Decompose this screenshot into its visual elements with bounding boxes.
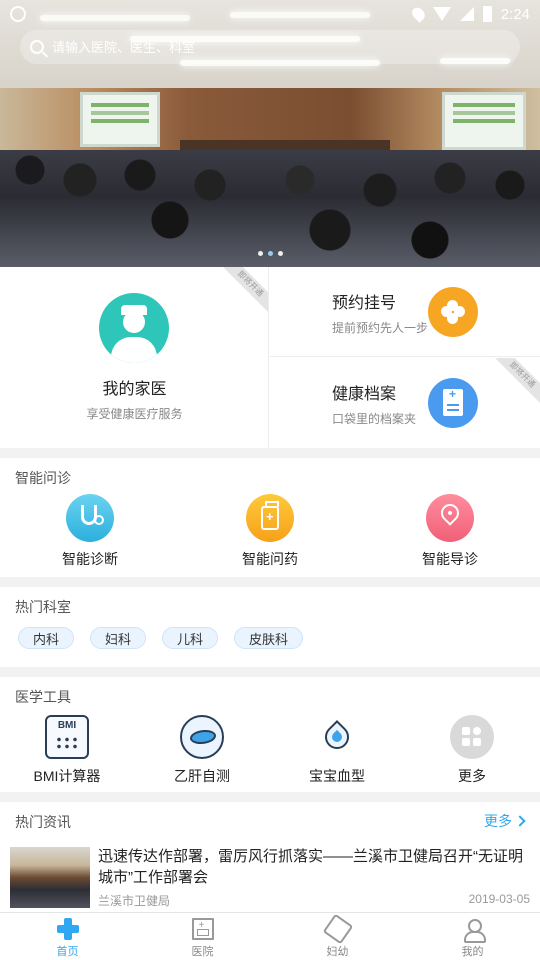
hot-news-section: 热门资讯 更多 迅速传达作部署，雷厉风行抓落实——兰溪市卫健局召开“无证明城市”… [0, 802, 540, 912]
baby-bottle-icon [322, 913, 353, 945]
department-chip[interactable]: 妇科 [90, 627, 146, 649]
news-source: 兰溪市卫健局 [98, 894, 171, 908]
bmi-calculator-icon: BMI [45, 715, 89, 759]
section-title: 智能问诊 [15, 470, 71, 486]
department-chip[interactable]: 内科 [18, 627, 74, 649]
smart-consult-section: 智能问诊 智能诊断 智能问药 智能导诊 [0, 458, 540, 577]
medical-tools-section: 医学工具 BMI BMI计算器 乙肝自测 宝宝血型 更多 [0, 677, 540, 792]
appointment-flower-icon [428, 287, 478, 337]
tab-maternal-child[interactable]: 妇幼 [270, 913, 405, 960]
carousel-dot [278, 251, 283, 256]
more-tools-label: 更多 [458, 768, 486, 784]
appointment-subtitle: 提前预约先人一步 [332, 321, 429, 335]
bmi-calculator-button[interactable]: BMI BMI计算器 [12, 715, 122, 786]
section-title: 热门科室 [15, 599, 71, 615]
carousel-dot-active [268, 251, 273, 256]
coming-soon-badge: 即将开通 [488, 358, 540, 409]
stethoscope-icon [66, 494, 114, 542]
status-time: 2:24 [500, 5, 530, 23]
tab-hospital-label: 医院 [191, 946, 214, 958]
medical-cross-icon [56, 918, 79, 940]
location-icon [409, 5, 428, 23]
chevron-right-icon [514, 815, 526, 827]
smart-diagnosis-button[interactable]: 智能诊断 [40, 494, 140, 569]
location-pin-icon [426, 494, 474, 542]
user-icon [462, 918, 486, 943]
health-records-title: 健康档案 [332, 386, 397, 403]
department-chip[interactable]: 儿科 [162, 627, 218, 649]
appointment-title: 预约挂号 [332, 295, 397, 312]
status-bar: 2:24 [0, 0, 540, 28]
search-icon [30, 40, 44, 54]
smart-guide-button[interactable]: 智能导诊 [400, 494, 500, 569]
feature-cards: 即将开通 我的家医 享受健康医疗服务 预约挂号 提前预约先人一步 即将开通 健康… [0, 267, 540, 448]
section-title: 热门资讯 [15, 814, 71, 830]
appointment-card[interactable]: 预约挂号 提前预约先人一步 [270, 267, 540, 357]
smart-diagnosis-label: 智能诊断 [62, 551, 118, 567]
family-doctor-title: 我的家医 [102, 381, 167, 398]
bottom-tab-bar: 首页 医院 妇幼 我的 [0, 912, 540, 960]
tab-hospital[interactable]: 医院 [135, 913, 270, 960]
tab-home[interactable]: 首页 [0, 913, 135, 960]
tab-profile-label: 我的 [461, 946, 484, 958]
family-doctor-subtitle: 享受健康医疗服务 [86, 407, 183, 421]
hot-departments-section: 热门科室 内科 妇科 儿科 皮肤科 [0, 587, 540, 667]
banner-photo-screen [442, 92, 526, 150]
news-title[interactable]: 迅速传达作部署，雷厉风行抓落实——兰溪市卫健局召开“无证明城市”工作部署会 [98, 846, 533, 888]
news-more-label: 更多 [484, 813, 512, 829]
carousel-dot [258, 251, 263, 256]
hepatitis-test-button[interactable]: 乙肝自测 [147, 715, 257, 786]
liver-icon [180, 715, 224, 759]
banner-photo-screen [80, 92, 160, 147]
more-tools-button[interactable]: 更多 [417, 715, 527, 786]
health-records-subtitle: 口袋里的档案夹 [332, 412, 417, 426]
medicine-bottle-icon [246, 494, 294, 542]
news-more-link[interactable]: 更多 [484, 811, 526, 831]
wifi-icon [432, 7, 451, 21]
bmi-icon-text: BMI [57, 720, 77, 731]
hepatitis-test-label: 乙肝自测 [174, 768, 230, 784]
tab-profile[interactable]: 我的 [405, 913, 540, 960]
section-title: 医学工具 [15, 689, 71, 705]
family-doctor-card[interactable]: 即将开通 我的家医 享受健康医疗服务 [0, 267, 269, 448]
health-records-card[interactable]: 即将开通 健康档案 口袋里的档案夹 [270, 358, 540, 448]
tab-maternal-child-label: 妇幼 [326, 946, 349, 958]
banner-photo-audience [0, 150, 540, 267]
app-notification-icon [10, 6, 26, 22]
search-bar[interactable] [20, 30, 520, 64]
smart-guide-label: 智能导诊 [422, 551, 478, 567]
news-date: 2019-03-05 [468, 892, 530, 906]
smart-medicine-label: 智能问药 [242, 551, 298, 567]
signal-icon [459, 7, 474, 21]
smart-medicine-button[interactable]: 智能问药 [220, 494, 320, 569]
news-thumbnail[interactable] [10, 847, 90, 908]
health-record-icon [428, 378, 478, 428]
carousel-indicator [258, 251, 283, 256]
bmi-calculator-label: BMI计算器 [33, 768, 101, 784]
hospital-building-icon [191, 918, 214, 940]
search-input[interactable] [52, 39, 472, 55]
baby-blood-type-button[interactable]: 宝宝血型 [282, 715, 392, 786]
blood-drop-icon [315, 715, 359, 759]
baby-blood-type-label: 宝宝血型 [309, 768, 365, 784]
doctor-icon [99, 293, 169, 363]
more-grid-icon [450, 715, 494, 759]
coming-soon-badge: 即将开通 [216, 267, 268, 318]
tab-home-label: 首页 [56, 946, 79, 958]
department-chip[interactable]: 皮肤科 [234, 627, 303, 649]
battery-icon [482, 6, 492, 22]
